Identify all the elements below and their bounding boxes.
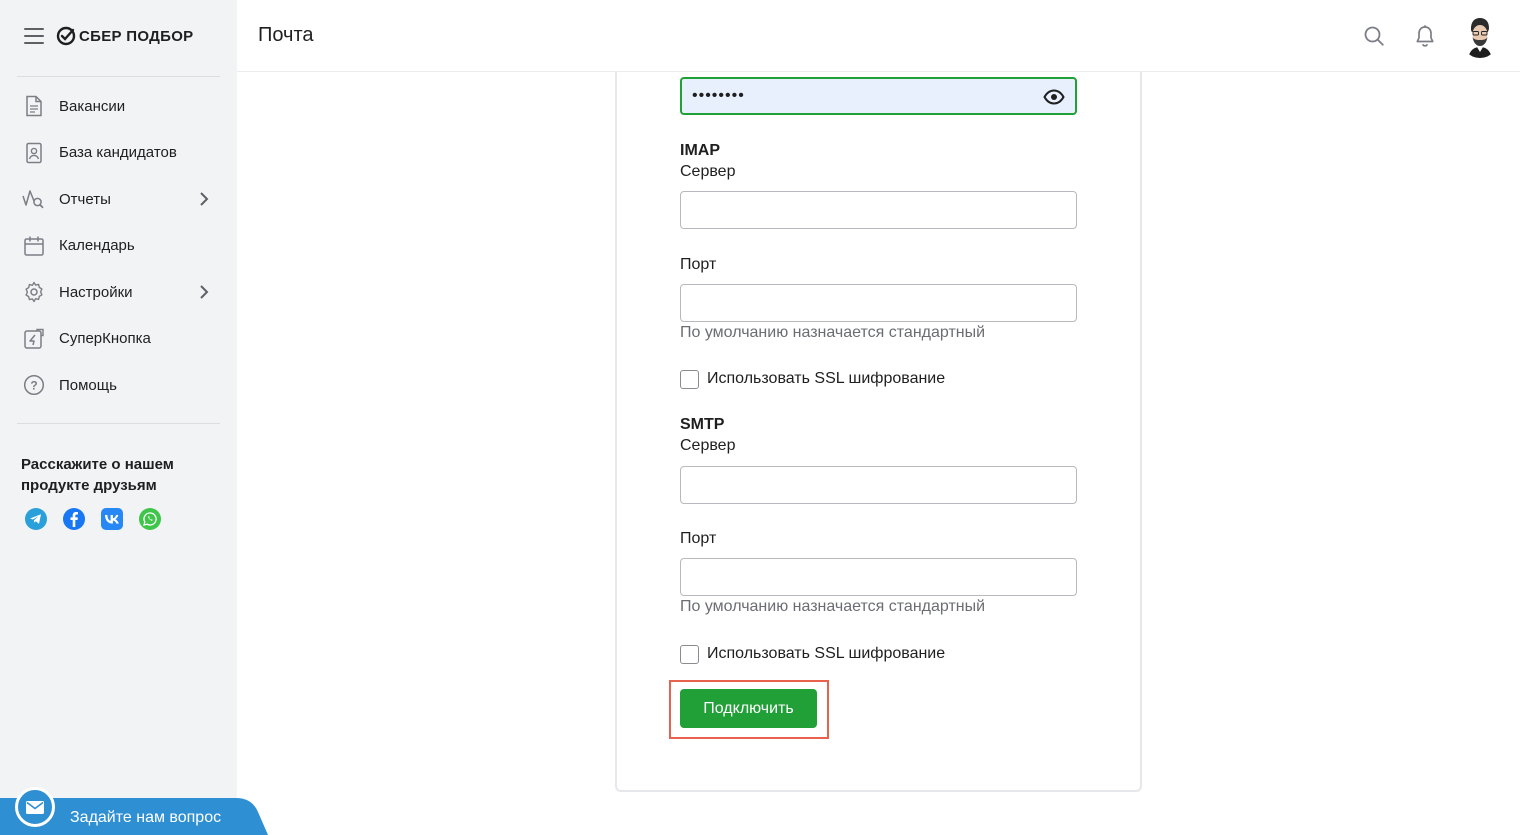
page-title: Почта — [258, 24, 314, 46]
search-icon[interactable] — [1362, 24, 1386, 48]
sidebar-item-settings[interactable]: Настройки — [0, 269, 237, 316]
sidebar-item-reports[interactable]: Отчеты — [0, 176, 237, 223]
divider — [17, 76, 220, 77]
promo-title: Расскажите о нашем продукте друзьям — [21, 456, 174, 494]
logo-row: СБЕР ПОДБОР — [24, 22, 193, 50]
imap-section-title: IMAP — [680, 142, 720, 159]
sidebar-item-help[interactable]: ? Помощь — [0, 362, 237, 409]
brand-name: СБЕР ПОДБОР — [79, 27, 194, 45]
sidebar-item-vacancies[interactable]: Вакансии — [0, 83, 237, 130]
imap-ssl-checkbox-row[interactable]: Использовать SSL шифрование — [680, 368, 945, 390]
sidebar-item-label: Настройки — [59, 283, 133, 301]
smtp-server-label: Сервер — [680, 437, 736, 454]
menu-icon[interactable] — [24, 28, 44, 44]
help-icon: ? — [22, 373, 46, 397]
help-chat-label: Задайте нам вопрос — [70, 809, 222, 826]
sidebar-item-superbutton[interactable]: СуперКнопка — [0, 316, 237, 363]
imap-ssl-label: Использовать SSL шифрование — [707, 370, 946, 387]
avatar-image — [1460, 14, 1500, 58]
sidebar-item-label: СуперКнопка — [59, 330, 151, 348]
social-links — [25, 508, 177, 530]
sidebar-item-label: Отчеты — [59, 190, 111, 208]
document-icon — [22, 94, 46, 118]
sidebar-item-calendar[interactable]: Календарь — [0, 223, 237, 270]
divider — [17, 423, 220, 424]
whatsapp-icon[interactable] — [139, 508, 161, 530]
chevron-right-icon — [200, 192, 209, 206]
user-avatar[interactable] — [1460, 14, 1500, 58]
sidebar-item-candidates[interactable]: База кандидатов — [0, 130, 237, 177]
imap-port-hint: По умолчанию назначается стандартный — [680, 324, 986, 341]
imap-ssl-checkbox[interactable] — [680, 369, 699, 389]
smtp-ssl-label: Использовать SSL шифрование — [707, 645, 946, 662]
eye-icon[interactable] — [1043, 87, 1065, 107]
sidebar-nav: Вакансии База кандидатов Отчеты Календар… — [0, 83, 237, 409]
sidebar-item-label: Вакансии — [59, 97, 126, 115]
bell-icon[interactable] — [1413, 24, 1437, 48]
imap-port-label: Порт — [680, 256, 717, 273]
telegram-icon[interactable] — [25, 508, 47, 530]
password-input[interactable]: •••••••• — [680, 77, 1077, 115]
smtp-section-title: SMTP — [680, 416, 725, 433]
brand-logo[interactable]: СБЕР ПОДБОР — [56, 26, 193, 46]
mail-icon — [15, 787, 55, 827]
password-value: •••••••• — [692, 87, 745, 104]
sidebar-item-label: База кандидатов — [59, 144, 177, 162]
sidebar-item-label: Помощь — [59, 376, 117, 394]
sber-logo-icon — [56, 26, 76, 46]
chart-search-icon — [22, 187, 46, 211]
facebook-icon[interactable] — [63, 508, 85, 530]
super-button-icon — [22, 327, 46, 351]
smtp-ssl-checkbox[interactable] — [680, 644, 699, 664]
smtp-port-input[interactable] — [680, 558, 1077, 596]
smtp-port-label: Порт — [680, 530, 717, 547]
imap-server-input[interactable] — [680, 191, 1077, 229]
imap-port-input[interactable] — [680, 284, 1077, 322]
imap-server-label: Сервер — [680, 163, 736, 180]
svg-text:?: ? — [30, 379, 37, 393]
top-header: Почта — [237, 0, 1520, 72]
gear-icon — [22, 280, 46, 304]
smtp-server-input[interactable] — [680, 466, 1077, 504]
smtp-ssl-checkbox-row[interactable]: Использовать SSL шифрование — [680, 643, 945, 665]
vk-icon[interactable] — [101, 508, 123, 530]
calendar-icon — [22, 234, 46, 258]
chevron-right-icon — [200, 285, 209, 299]
help-chat-button[interactable]: Задайте нам вопрос — [0, 787, 270, 835]
connect-button[interactable]: Подключить — [680, 689, 817, 728]
smtp-port-hint: По умолчанию назначается стандартный — [680, 598, 986, 615]
person-card-icon — [22, 141, 46, 165]
sidebar: СБЕР ПОДБОР Вакансии База кандидатов Отч… — [0, 0, 268, 835]
sidebar-item-label: Календарь — [59, 237, 135, 255]
